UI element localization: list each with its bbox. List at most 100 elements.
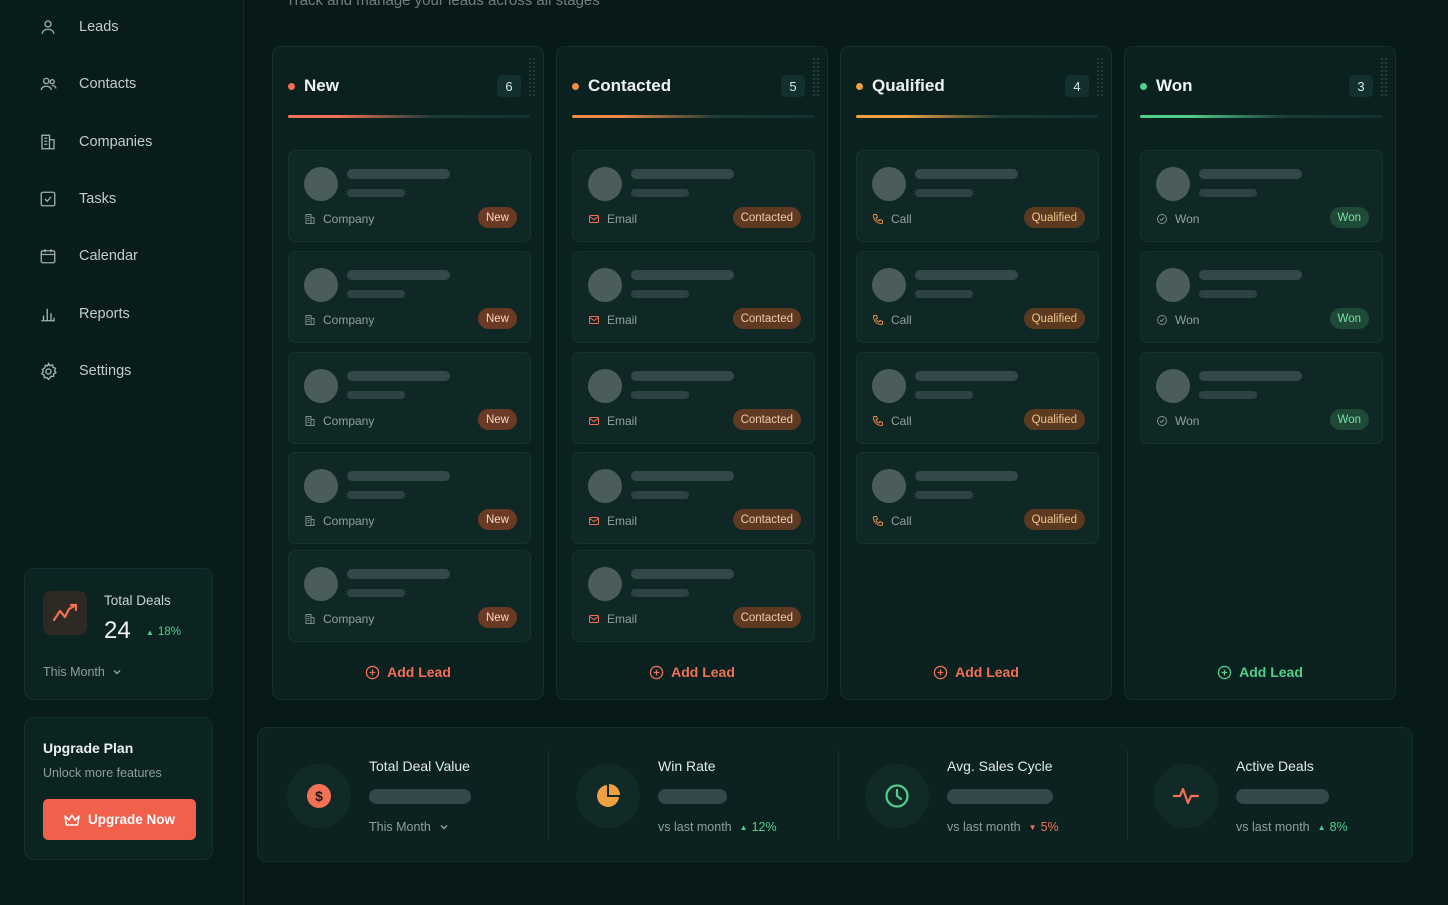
avatar — [304, 567, 338, 601]
status-badge: Qualified — [1023, 409, 1085, 430]
stats-bar: $ Total Deal Value This Month Win Rate v… — [257, 727, 1413, 862]
status-badge: Contacted — [732, 607, 801, 628]
lead-card[interactable]: Email Contacted — [572, 251, 815, 343]
column-title: Contacted — [588, 76, 672, 95]
lead-card[interactable]: Email Contacted — [572, 352, 815, 444]
dollar-icon: $ — [287, 764, 351, 828]
detail-skeleton — [631, 290, 689, 298]
add-lead-label: Add Lead — [387, 664, 451, 680]
column-count-badge: 3 — [1349, 75, 1373, 97]
stat-value-skeleton — [1236, 789, 1329, 804]
name-skeleton — [915, 371, 1018, 381]
lead-card[interactable]: Won Won — [1140, 251, 1383, 343]
lead-card[interactable]: Won Won — [1140, 150, 1383, 242]
upgrade-title: Upgrade Plan — [43, 740, 134, 756]
avatar — [872, 268, 906, 302]
add-lead-label: Add Lead — [671, 664, 735, 680]
sidebar-item-label: Settings — [79, 363, 132, 379]
name-skeleton — [347, 471, 450, 481]
avatar — [304, 469, 338, 503]
add-lead-button[interactable]: Add Lead — [1125, 664, 1395, 680]
status-badge: Contacted — [732, 509, 801, 530]
detail-skeleton — [1199, 189, 1257, 197]
sidebar-item-calendar[interactable]: Calendar — [38, 244, 228, 268]
status-badge: Qualified — [1023, 308, 1085, 329]
avatar — [1156, 167, 1190, 201]
column-header: Qualified — [856, 76, 945, 96]
sidebar-item-reports[interactable]: Reports — [38, 302, 228, 326]
plus-circle-icon — [933, 665, 948, 680]
add-lead-label: Add Lead — [1239, 664, 1303, 680]
card-meta: Call — [872, 514, 912, 528]
status-badge: New — [477, 207, 517, 228]
checkbox-icon — [38, 189, 58, 209]
lead-card[interactable]: Call Qualified — [856, 452, 1099, 544]
sidebar-item-label: Calendar — [79, 248, 138, 264]
add-lead-button[interactable]: Add Lead — [841, 664, 1111, 680]
stat-period-dropdown[interactable]: This Month — [369, 820, 449, 834]
avatar — [588, 268, 622, 302]
name-skeleton — [347, 270, 450, 280]
status-dot-icon — [1140, 82, 1147, 90]
card-meta: Won — [1156, 414, 1199, 428]
stat-foot: vs last month ▲ 12% — [658, 820, 777, 834]
check-circle-icon — [1156, 213, 1169, 226]
mail-icon — [588, 415, 601, 428]
lead-card[interactable]: Call Qualified — [856, 251, 1099, 343]
lead-card[interactable]: Company New — [288, 452, 531, 544]
sidebar-item-tasks[interactable]: Tasks — [38, 187, 228, 211]
lead-card[interactable]: Company New — [288, 550, 531, 642]
sidebar-item-label: Leads — [79, 19, 119, 35]
drag-handle-icon[interactable] — [1380, 57, 1388, 97]
lead-card[interactable]: Company New — [288, 251, 531, 343]
name-skeleton — [915, 270, 1018, 280]
lead-card[interactable]: Company New — [288, 352, 531, 444]
name-skeleton — [631, 569, 734, 579]
name-skeleton — [347, 169, 450, 179]
sidebar-item-settings[interactable]: Settings — [38, 359, 228, 383]
stat-foot-label: vs last month — [947, 820, 1021, 834]
avatar — [304, 369, 338, 403]
drag-handle-icon[interactable] — [812, 57, 820, 97]
column-progress-bar — [1140, 115, 1382, 118]
stat-foot-label: vs last month — [1236, 820, 1310, 834]
avatar — [304, 268, 338, 302]
lead-card[interactable]: Won Won — [1140, 352, 1383, 444]
sidebar-item-label: Tasks — [79, 191, 117, 207]
arrow-down-icon: ▼ — [1028, 822, 1037, 832]
sidebar-item-leads[interactable]: Leads — [38, 15, 228, 39]
sidebar-item-contacts[interactable]: Contacts — [38, 72, 228, 96]
lead-card[interactable]: Email Contacted — [572, 452, 815, 544]
add-lead-button[interactable]: Add Lead — [273, 664, 543, 680]
total-deals-value: 24 — [104, 617, 131, 644]
avatar — [588, 167, 622, 201]
check-circle-icon — [1156, 415, 1169, 428]
upgrade-now-button[interactable]: Upgrade Now — [43, 799, 196, 840]
period-dropdown[interactable]: This Month — [43, 665, 122, 679]
lead-card[interactable]: Call Qualified — [856, 352, 1099, 444]
drag-handle-icon[interactable] — [1096, 57, 1104, 97]
arrow-up-icon: ▲ — [739, 822, 748, 832]
status-badge: Won — [1329, 409, 1369, 430]
lead-card[interactable]: Company New — [288, 150, 531, 242]
avatar — [872, 167, 906, 201]
detail-skeleton — [631, 391, 689, 399]
status-dot-icon — [288, 82, 295, 90]
lead-card[interactable]: Email Contacted — [572, 150, 815, 242]
detail-skeleton — [347, 589, 405, 597]
name-skeleton — [631, 471, 734, 481]
total-deals-change-value: 18% — [157, 626, 181, 638]
status-badge: New — [477, 308, 517, 329]
card-meta-label: Email — [607, 313, 638, 327]
card-meta: Email — [588, 612, 637, 626]
detail-skeleton — [1199, 391, 1257, 399]
column-progress-bar — [288, 115, 530, 118]
lead-card[interactable]: Call Qualified — [856, 150, 1099, 242]
name-skeleton — [631, 270, 734, 280]
sidebar-item-companies[interactable]: Companies — [38, 130, 228, 154]
add-lead-button[interactable]: Add Lead — [557, 664, 827, 680]
drag-handle-icon[interactable] — [528, 57, 536, 97]
card-meta-label: Won — [1175, 212, 1200, 226]
lead-card[interactable]: Email Contacted — [572, 550, 815, 642]
period-label: This Month — [43, 665, 105, 679]
